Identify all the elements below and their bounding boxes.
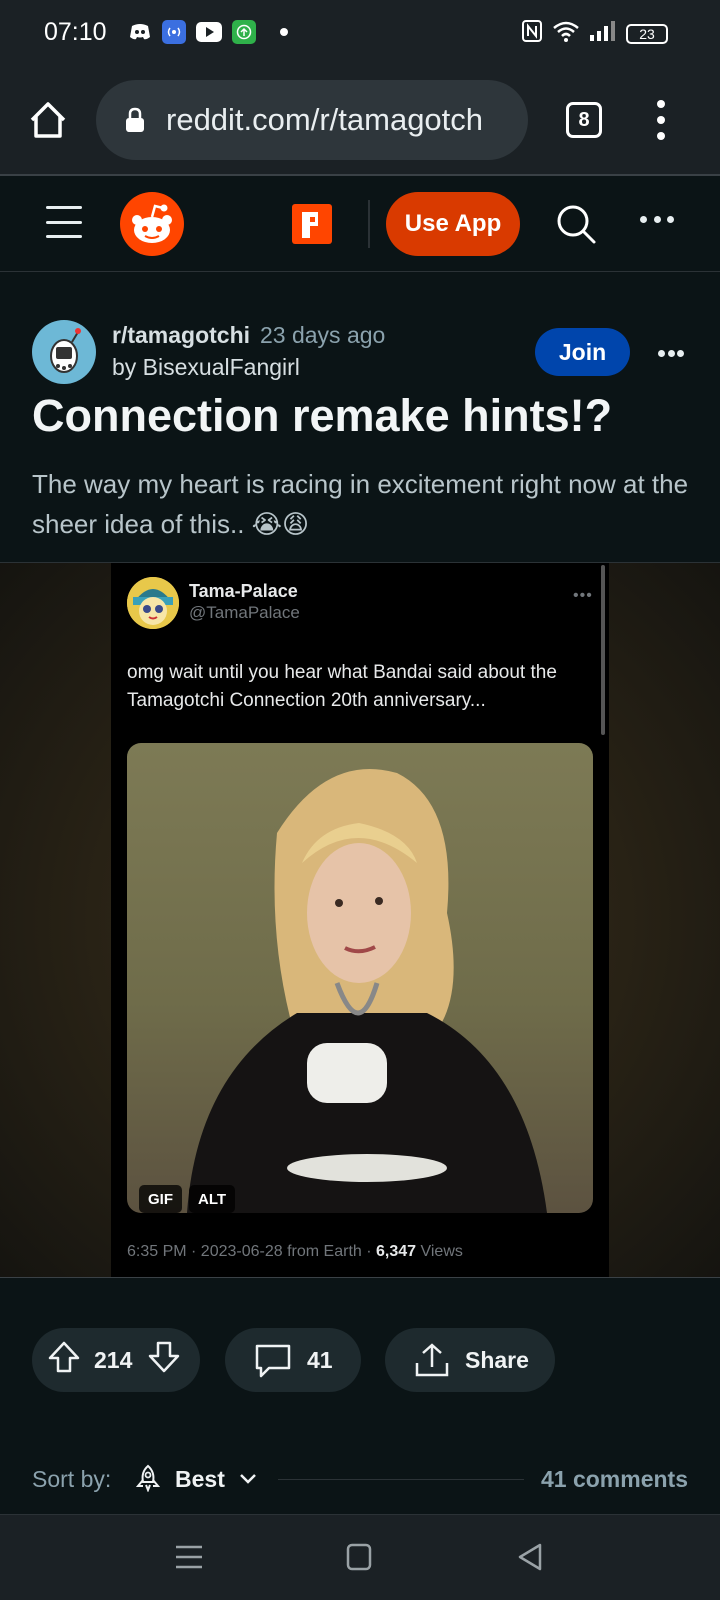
post-title: Connection remake hints!? (32, 390, 613, 441)
tweet-timestamp: 6:35 PM · 2023-06-28 from Earth · (127, 1243, 376, 1260)
vote-control: 214 (32, 1328, 200, 1392)
alt-badge: ALT (189, 1185, 236, 1213)
tweet-views-count: 6,347 (376, 1243, 417, 1260)
gif-still-image (187, 769, 547, 1213)
system-status: 23 (522, 20, 668, 47)
discord-icon (128, 20, 152, 44)
tweet-views-label: Views (416, 1243, 463, 1260)
more-notifications-dot (280, 28, 288, 36)
tweet-avatar (127, 577, 179, 629)
back-triangle-icon (518, 1543, 542, 1571)
header-divider (368, 200, 370, 248)
back-button[interactable] (512, 1539, 550, 1575)
square-icon (346, 1543, 372, 1571)
tweet-scrollbar (601, 565, 605, 735)
subreddit-avatar[interactable] (32, 320, 96, 384)
join-button[interactable]: Join (535, 328, 630, 376)
share-button[interactable]: Share (385, 1328, 555, 1392)
tweet-meta: 6:35 PM · 2023-06-28 from Earth · 6,347 … (127, 1243, 463, 1261)
comment-sort-bar: Sort by: Best 41 comments (0, 1456, 720, 1506)
browser-toolbar: reddit.com/r/tamagotch 8 (0, 64, 720, 176)
nfc-icon (522, 20, 542, 47)
tweet-handle: @TamaPalace (189, 603, 300, 622)
downvote-button[interactable] (146, 1339, 182, 1381)
post-actions: 214 41 Share (0, 1328, 720, 1392)
reddit-logo[interactable] (120, 192, 184, 256)
post-header: r/tamagotchi 23 days ago by BisexualFang… (0, 272, 720, 562)
url-text: reddit.com/r/tamagotch (166, 102, 484, 137)
downvote-icon (149, 1341, 180, 1373)
menu-icon[interactable] (46, 206, 82, 238)
reddit-header: Use App (0, 178, 720, 272)
tweet-gif: GIF ALT (127, 743, 593, 1213)
subreddit-name[interactable]: r/tamagotchi (112, 322, 250, 349)
post-time: 23 days ago (260, 322, 386, 348)
battery-indicator: 23 (626, 23, 668, 44)
upload-icon (232, 20, 256, 44)
post-author[interactable]: by BisexualFangirl (112, 354, 300, 381)
browser-menu-button[interactable] (654, 100, 668, 140)
search-icon (557, 205, 596, 244)
post-options-button[interactable] (658, 350, 684, 358)
upvote-icon (48, 1341, 80, 1373)
broadcast-icon (162, 20, 186, 44)
tweet-text: omg wait until you hear what Bandai said… (127, 662, 557, 711)
tweet-screenshot: Tama-Palace @TamaPalace ••• omg wait unt… (111, 563, 609, 1277)
share-icon (415, 1343, 449, 1377)
wifi-icon (552, 20, 580, 47)
recent-apps-button[interactable] (170, 1539, 208, 1575)
youtube-icon (196, 22, 222, 42)
tab-switcher-button[interactable]: 8 (566, 102, 602, 138)
comments-button[interactable]: 41 (225, 1328, 361, 1392)
status-bar: 07:10 23 (0, 0, 720, 64)
lock-icon (124, 107, 146, 133)
address-bar[interactable]: reddit.com/r/tamagotch (96, 80, 528, 160)
tweet-more-icon: ••• (573, 587, 593, 604)
chevron-down-icon[interactable] (238, 1468, 258, 1488)
post-body: The way my heart is racing in excitement… (32, 469, 689, 539)
home-icon (30, 102, 66, 138)
comment-count: 41 comments (540, 1466, 688, 1492)
search-button[interactable] (554, 202, 598, 246)
tweet-display-name: Tama-Palace (189, 581, 298, 601)
share-label: Share (465, 1346, 529, 1373)
use-app-button[interactable]: Use App (386, 192, 520, 256)
recents-icon (176, 1545, 202, 1569)
notification-icons (128, 20, 288, 44)
upvote-button[interactable] (46, 1339, 82, 1381)
comment-icon (255, 1344, 291, 1378)
reddit-premium-icon[interactable] (292, 204, 332, 244)
system-navigation-bar (0, 1514, 720, 1600)
status-time: 07:10 (44, 18, 107, 46)
rocket-icon[interactable] (135, 1464, 161, 1493)
gif-badge: GIF (139, 1185, 182, 1213)
comments-count: 41 (307, 1346, 333, 1373)
sort-divider (278, 1479, 524, 1480)
header-more-button[interactable] (640, 216, 674, 226)
post-media[interactable]: Tama-Palace @TamaPalace ••• omg wait unt… (0, 562, 720, 1278)
home-nav-button[interactable] (340, 1539, 378, 1575)
signal-icon (590, 21, 616, 46)
sort-dropdown[interactable]: Best (175, 1466, 225, 1493)
sort-label: Sort by: (32, 1466, 112, 1492)
home-button[interactable] (26, 98, 70, 142)
vote-score: 214 (94, 1346, 133, 1373)
